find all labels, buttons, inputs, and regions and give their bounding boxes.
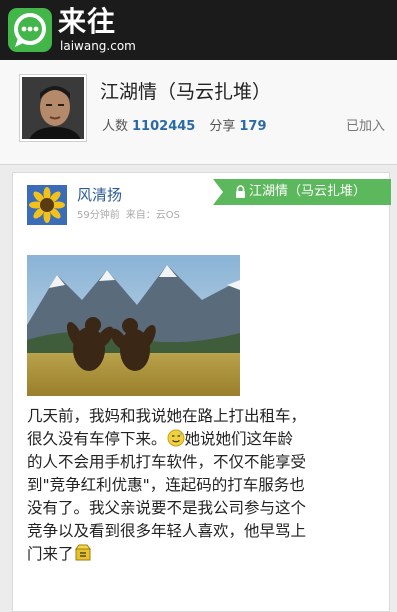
lock-icon xyxy=(236,185,245,198)
group-name[interactable]: 江湖情（马云扎堆） xyxy=(100,80,271,104)
sweat-smile-emoji-icon xyxy=(167,429,185,447)
joined-status[interactable]: 已加入 xyxy=(346,118,385,136)
post-body: 几天前，我妈和我说她在路上打出租车， 很久没有车停下来。 她说她们这年龄 的人不会… xyxy=(27,405,383,566)
app-logo-icon[interactable] xyxy=(8,8,52,52)
post-text-line: 很久没有车停下来。 xyxy=(27,430,167,448)
app-logo-text: 来往 xyxy=(58,5,117,38)
author-name[interactable]: 风清扬 xyxy=(77,185,122,205)
post-text-line: 几天前，我妈和我说她在路上打出租车， xyxy=(27,407,307,425)
app-logo-domain: laiwang.com xyxy=(60,39,136,53)
top-bar: 来往 laiwang.com xyxy=(0,0,397,60)
bears-landscape-image xyxy=(27,255,240,396)
shares-count: 179 xyxy=(239,119,267,134)
group-tag[interactable]: 江湖情（马云扎堆） xyxy=(213,179,391,205)
group-avatar[interactable] xyxy=(20,75,86,141)
members-label: 人数 xyxy=(102,119,129,134)
post-text-line: 门来了 xyxy=(27,545,74,563)
sunflower-icon xyxy=(27,185,67,225)
post-time: 59分钟前 xyxy=(77,210,120,221)
author-avatar[interactable] xyxy=(27,185,67,225)
group-header: 江湖情（马云扎堆） 人数 1102445 分享 179 已加入 xyxy=(0,60,397,165)
chat-bubble-icon xyxy=(14,13,46,47)
post-text-line: 竞争以及看到很多年轻人喜欢，他早骂上 xyxy=(27,522,307,540)
person-portrait-icon xyxy=(22,77,84,139)
post-text-line: 到"竞争红利优惠"，连起码的打车服务也 xyxy=(27,476,305,494)
members-count: 1102445 xyxy=(132,119,196,134)
shares-label: 分享 xyxy=(209,119,236,134)
post-text-line: 她说她们这年龄 xyxy=(184,430,294,448)
post-source: 来自：云OS xyxy=(125,210,180,221)
group-tag-label: 江湖情（马云扎堆） xyxy=(249,184,367,199)
post-meta: 59分钟前 来自：云OS xyxy=(77,209,180,223)
group-stats: 人数 1102445 分享 179 xyxy=(102,118,281,136)
box-emoji-icon xyxy=(74,544,91,561)
post-text-line: 的人不会用手机打车软件，不仅不能享受 xyxy=(27,453,307,471)
post-card: 风清扬 59分钟前 来自：云OS 江湖情（马云扎堆） 几天前，我妈和我说她在路上… xyxy=(12,172,391,612)
post-text-line: 没有了。我父亲说要不是我公司参与这个 xyxy=(27,499,307,517)
post-photo[interactable] xyxy=(27,255,240,396)
